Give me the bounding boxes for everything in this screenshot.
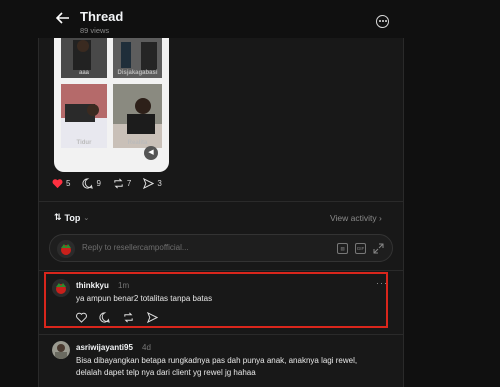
mute-icon[interactable]: ◀ — [144, 146, 158, 160]
share-count: 3 — [157, 179, 162, 188]
repost-icon[interactable] — [123, 312, 134, 323]
back-arrow-icon[interactable] — [56, 11, 70, 25]
view-count: 89 views — [80, 26, 110, 35]
comment-more-icon[interactable]: ··· — [376, 278, 388, 288]
chevron-right-icon: › — [378, 213, 382, 223]
comment-username[interactable]: asriwijayanti95 — [76, 343, 133, 352]
comment-icon[interactable] — [99, 312, 110, 323]
sort-dropdown[interactable]: ⇅ Top ⌄ — [54, 212, 89, 223]
header: Thread 89 views — [0, 0, 500, 38]
divider — [38, 334, 404, 335]
send-icon[interactable] — [147, 312, 158, 323]
post-media-card[interactable]: aaa Disjakagabasi Tidur Realita ◀ — [54, 38, 169, 172]
avatar[interactable] — [52, 341, 70, 359]
thumbnail-label: Tidur — [76, 140, 92, 146]
sort-label: Top — [64, 212, 81, 223]
comment-username[interactable]: thinkkyu — [76, 281, 109, 290]
like-button[interactable]: 5 — [52, 178, 70, 189]
media-thumbnail[interactable]: aaa — [61, 38, 107, 78]
more-options-icon[interactable] — [376, 15, 389, 28]
comment-icon — [82, 178, 94, 189]
comment-time: 1m — [118, 281, 130, 290]
page-title: Thread — [80, 9, 124, 24]
media-thumbnail[interactable]: Realita — [113, 84, 162, 148]
view-activity-label: View activity — [330, 213, 377, 223]
sort-icon: ⇅ — [54, 212, 62, 222]
repost-count: 7 — [126, 179, 132, 188]
repost-button[interactable]: 7 — [113, 178, 131, 189]
avatar[interactable] — [52, 279, 70, 297]
repost-icon — [114, 178, 123, 189]
thumbnail-label: Realita — [127, 140, 148, 146]
send-icon — [143, 178, 155, 189]
thumbnail-label: Disjakagabasi — [117, 70, 158, 76]
comment-time: 4d — [142, 343, 151, 352]
chevron-down-icon: ⌄ — [83, 214, 90, 222]
expand-icon[interactable] — [373, 243, 384, 254]
gif-icon[interactable]: GIF — [355, 243, 366, 254]
media-thumbnail[interactable]: Disjakagabasi — [113, 38, 162, 78]
comment-text: ya ampun benar2 totalitas tanpa batas — [76, 294, 213, 303]
image-icon[interactable]: ▨ — [337, 243, 348, 254]
share-button[interactable]: 3 — [143, 178, 162, 189]
heart-icon — [52, 179, 63, 189]
reply-placeholder: Reply to resellercampofficial... — [82, 243, 189, 252]
divider — [38, 270, 404, 271]
divider — [38, 201, 404, 202]
view-activity-link[interactable]: View activity › — [330, 213, 382, 223]
comment-button[interactable]: 9 — [82, 178, 101, 189]
like-count: 5 — [66, 179, 71, 188]
media-thumbnail[interactable]: Tidur — [61, 84, 107, 148]
heart-icon[interactable] — [76, 312, 87, 323]
comment-text: Bisa dibayangkan betapa rungkadnya pas d… — [76, 356, 358, 377]
avatar — [57, 240, 75, 258]
thumbnail-label: aaa — [78, 70, 89, 76]
post-actions: 5 9 7 3 — [52, 178, 174, 189]
reply-input[interactable]: Reply to resellercampofficial... ▨ GIF — [49, 234, 393, 262]
comment-count: 9 — [96, 179, 101, 188]
